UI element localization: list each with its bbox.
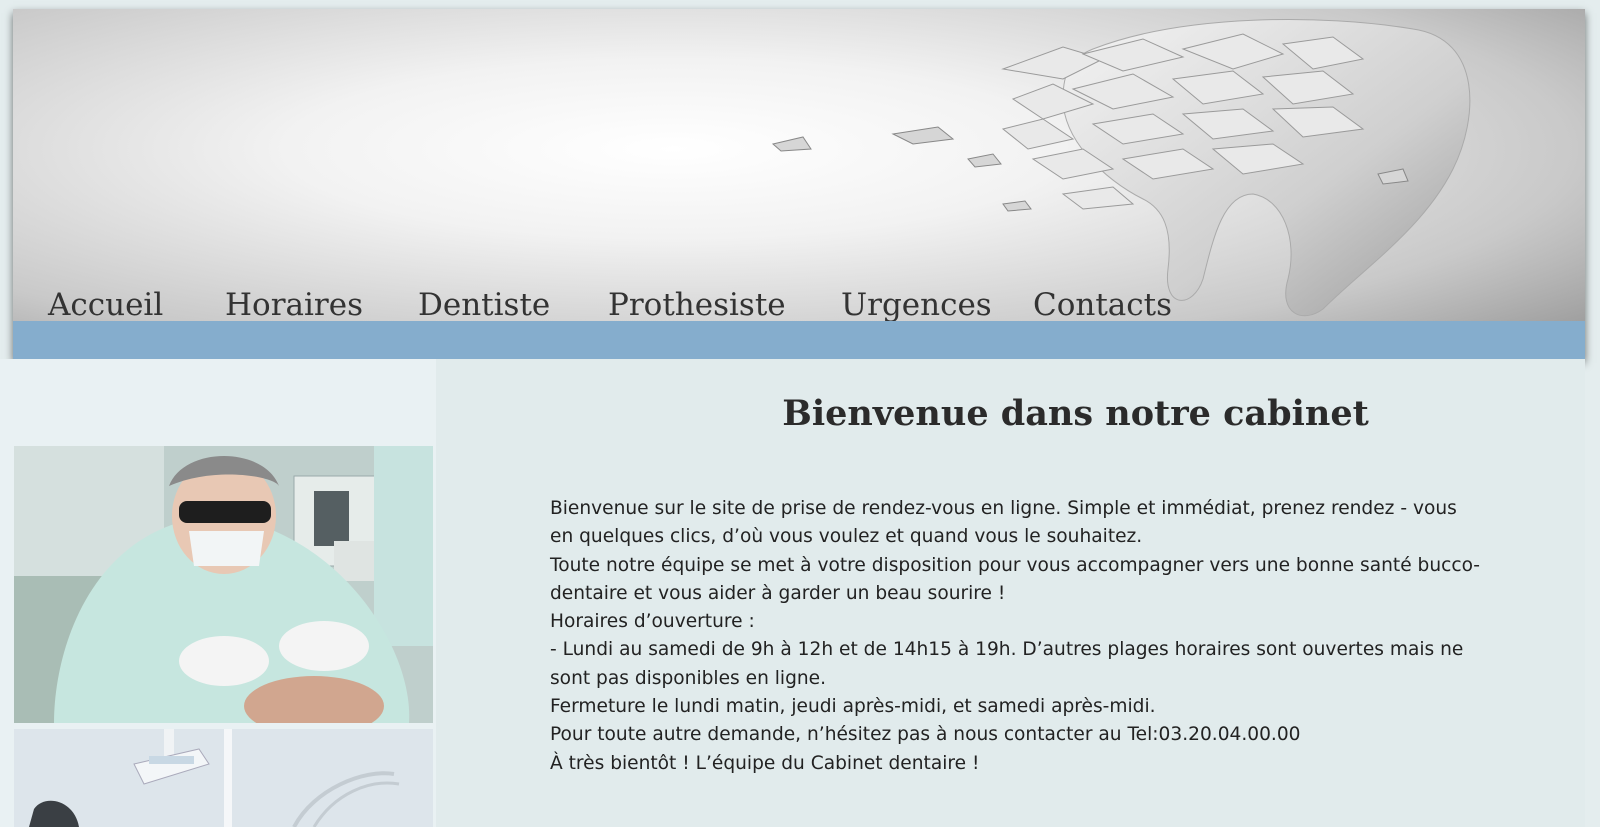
nav-bar (13, 321, 1585, 359)
shattered-tooth-icon (771, 19, 1471, 317)
header-banner: Accueil Horaires Dentiste Prothesiste Ur… (13, 9, 1585, 359)
nav-contacts[interactable]: Contacts (1033, 287, 1172, 323)
nav-horaires[interactable]: Horaires (225, 287, 363, 323)
dentist-at-work-photo (14, 446, 433, 723)
paragraph-hours-heading: Horaires d’ouverture : (550, 611, 755, 633)
paragraph-signoff: À très bientôt ! L’équipe du Cabinet den… (550, 752, 980, 774)
welcome-text: Bienvenue sur le site de prise de rendez… (550, 495, 1480, 778)
paragraph-closing: Fermeture le lundi matin, jeudi après-mi… (550, 696, 1156, 718)
nav-accueil[interactable]: Accueil (48, 287, 163, 323)
main-nav: Accueil Horaires Dentiste Prothesiste Ur… (13, 277, 1585, 325)
page-title: Bienvenue dans notre cabinet (782, 393, 1369, 434)
nav-prothesiste[interactable]: Prothesiste (608, 287, 786, 323)
paragraph-contact: Pour toute autre demande, n’hésitez pas … (550, 724, 1301, 746)
nav-dentiste[interactable]: Dentiste (418, 287, 550, 323)
paragraph-intro: Bienvenue sur le site de prise de rendez… (550, 498, 1457, 548)
dental-chair-photo (14, 729, 433, 827)
paragraph-team: Toute notre équipe se met à votre dispos… (550, 554, 1481, 604)
main-content: Bienvenue dans notre cabinet Bienvenue s… (436, 359, 1585, 827)
nav-urgences[interactable]: Urgences (841, 287, 992, 323)
paragraph-hours: - Lundi au samedi de 9h à 12h et de 14h1… (550, 639, 1464, 689)
